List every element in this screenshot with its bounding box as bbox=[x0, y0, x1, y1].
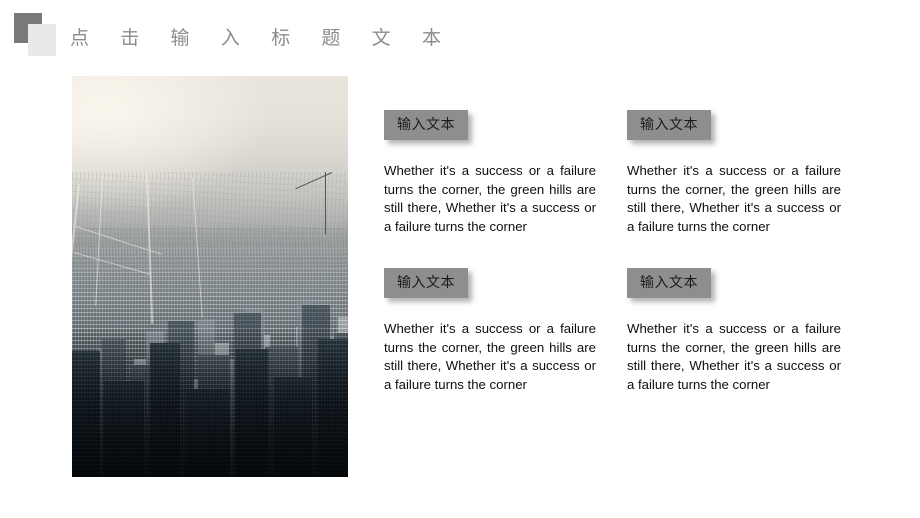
text-card: 输入文本 Whether it's a success or a failure… bbox=[627, 268, 870, 394]
text-card: 输入文本 Whether it's a success or a failure… bbox=[627, 110, 870, 236]
card-body-text: Whether it's a success or a failure turn… bbox=[627, 163, 841, 234]
card-badge[interactable]: 输入文本 bbox=[384, 110, 468, 140]
card-badge[interactable]: 输入文本 bbox=[627, 110, 711, 140]
photo-crane-mast-icon bbox=[325, 172, 326, 234]
text-card: 输入文本 Whether it's a success or a failure… bbox=[384, 268, 627, 394]
text-card: 输入文本 Whether it's a success or a failure… bbox=[384, 110, 627, 236]
slide-canvas: 点 击 输 入 标 题 文 本 输入文本 Whether it's a succ… bbox=[0, 0, 920, 518]
slide-header: 点 击 输 入 标 题 文 本 bbox=[0, 0, 920, 76]
card-body-text: Whether it's a success or a failure turn… bbox=[384, 321, 596, 392]
content-grid: 输入文本 Whether it's a success or a failure… bbox=[384, 110, 884, 394]
logo-light-square-icon bbox=[28, 24, 56, 56]
card-badge[interactable]: 输入文本 bbox=[627, 268, 711, 298]
card-badge[interactable]: 输入文本 bbox=[384, 268, 468, 298]
cityscape-photo bbox=[72, 76, 348, 477]
card-body-text: Whether it's a success or a failure turn… bbox=[384, 163, 596, 234]
card-body-text: Whether it's a success or a failure turn… bbox=[627, 321, 841, 392]
page-title: 点 击 输 入 标 题 文 本 bbox=[70, 28, 454, 49]
photo-bottom-shadow bbox=[72, 327, 348, 477]
cityscape-photo-image bbox=[72, 76, 348, 477]
overlapping-squares-logo-icon bbox=[14, 13, 60, 57]
